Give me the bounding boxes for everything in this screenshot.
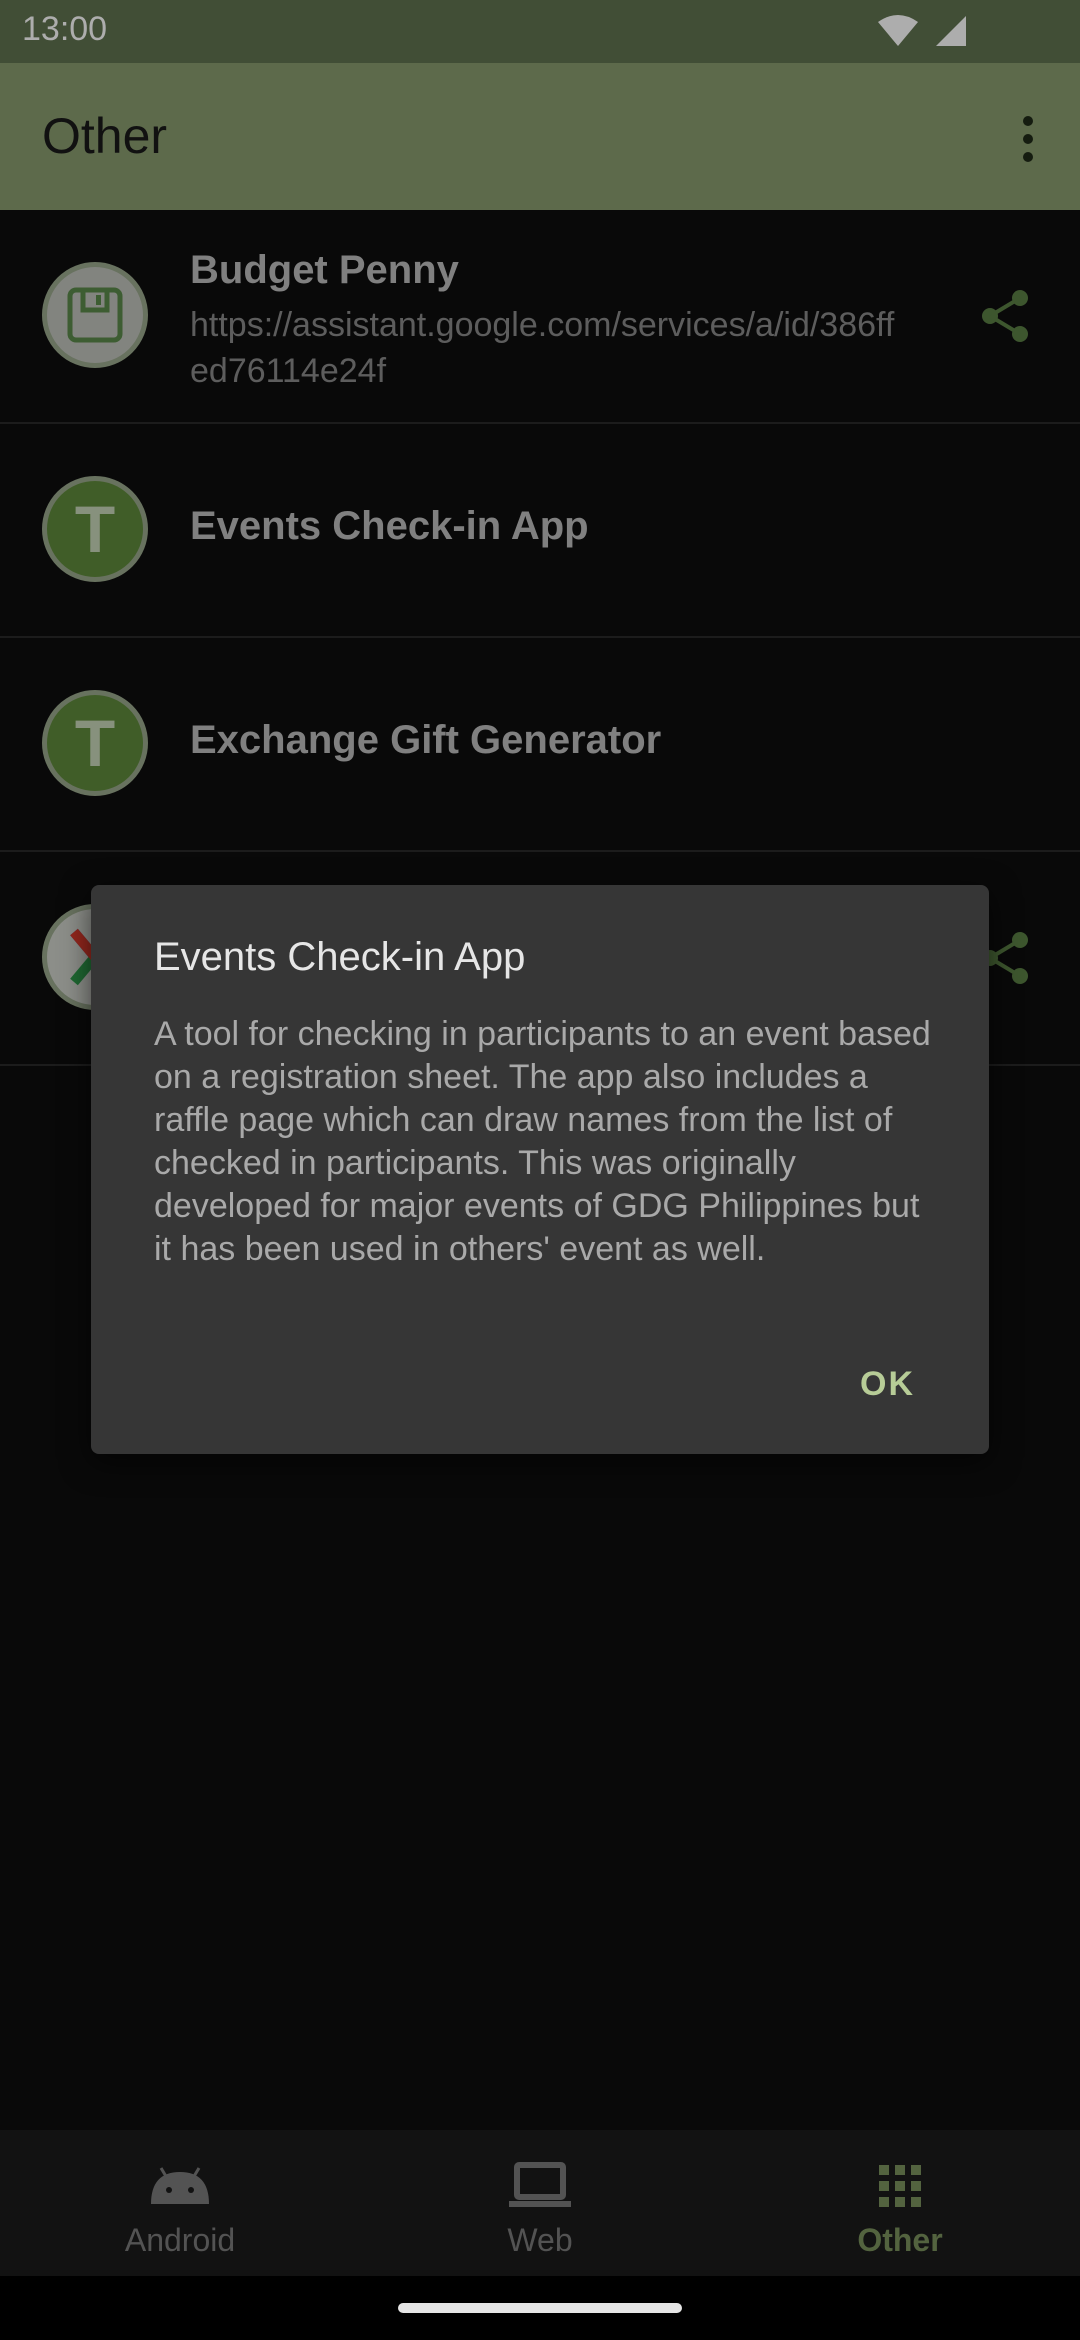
dialog-body: A tool for checking in participants to a… xyxy=(154,1015,931,1268)
screen: 13:00 Other Budget Penny https://assista… xyxy=(0,0,1080,2340)
gesture-bar xyxy=(0,2276,1080,2340)
ok-button[interactable]: OK xyxy=(860,1365,915,1404)
home-gesture-handle[interactable] xyxy=(398,2303,682,2313)
dialog-title: Events Check-in App xyxy=(154,935,526,979)
info-dialog: Events Check-in App A tool for checking … xyxy=(91,885,989,1454)
